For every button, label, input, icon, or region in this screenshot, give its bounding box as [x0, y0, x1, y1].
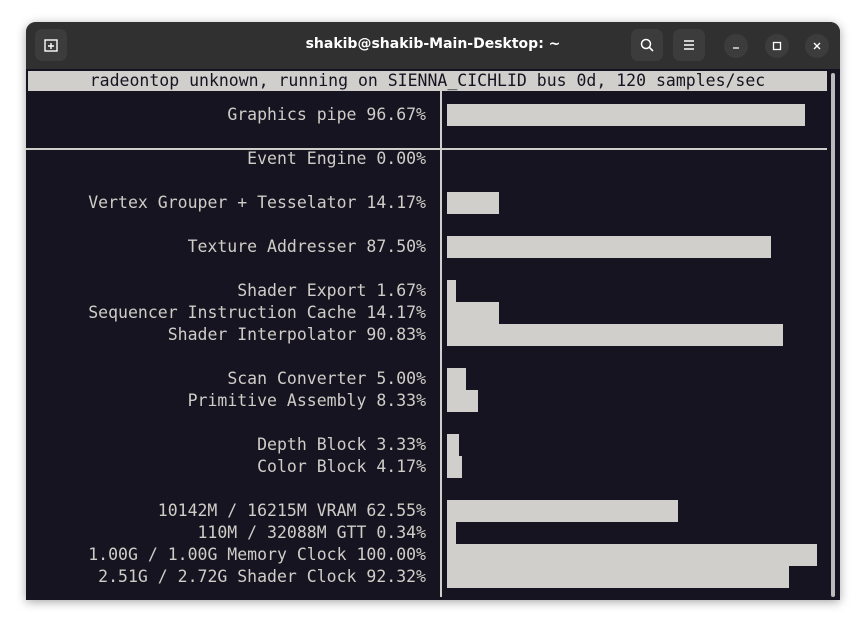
metric-label: Event Engine [247, 149, 367, 168]
metric-label: Shader Export [237, 281, 367, 300]
usage-bar [447, 236, 771, 258]
usage-bar [447, 192, 499, 214]
metric-value: 96.67% [366, 105, 426, 124]
minimize-icon [733, 47, 739, 49]
terminal-window: shakib@shakib-Main-Desktop: ~ radeontop … [26, 22, 840, 600]
metric-row: Graphics pipe 96.67% [26, 104, 426, 126]
usage-bar [447, 280, 456, 302]
search-button[interactable] [631, 29, 663, 61]
search-icon [640, 38, 654, 52]
metric-label: Sequencer Instruction Cache [88, 303, 357, 322]
metric-label: Vertex Grouper + Tesselator [88, 193, 357, 212]
metric-value: 87.50% [366, 237, 426, 256]
metric-row: Texture Addresser 87.50% [26, 236, 426, 258]
maximize-icon [772, 41, 782, 51]
metric-row: Depth Block 3.33% [26, 434, 426, 456]
metric-value: 90.83% [366, 325, 426, 344]
window-title: shakib@shakib-Main-Desktop: ~ [305, 36, 561, 52]
metric-row: 110M / 32088M GTT 0.34% [26, 522, 427, 544]
usage-bar [447, 390, 478, 412]
metric-label: Depth Block [257, 435, 367, 454]
metric-label: Texture Addresser [187, 237, 357, 256]
metric-value: 1.67% [376, 281, 426, 300]
close-button[interactable] [805, 34, 829, 58]
metric-value: 3.33% [376, 435, 426, 454]
menu-button[interactable] [673, 29, 705, 61]
usage-bar [447, 500, 678, 522]
metric-label: 10142M / 16215M VRAM [157, 501, 357, 520]
column-divider [440, 91, 442, 597]
scrollbar[interactable] [831, 73, 835, 597]
usage-bar [447, 302, 499, 324]
metric-row: Vertex Grouper + Tesselator 14.17% [26, 192, 426, 214]
metric-label: Scan Converter [227, 369, 367, 388]
usage-bar [447, 104, 805, 126]
usage-bar [447, 544, 817, 566]
metric-value: 8.33% [376, 391, 426, 410]
metric-row: 2.51G / 2.72G Shader Clock 92.32% [26, 566, 426, 588]
metric-value: 100.00% [356, 545, 426, 564]
metric-row: Primitive Assembly 8.33% [26, 390, 426, 412]
metric-label: Primitive Assembly [187, 391, 367, 410]
metric-label: Graphics pipe [227, 105, 357, 124]
metric-row: Color Block 4.17% [26, 456, 426, 478]
metric-label: Shader Interpolator [167, 325, 357, 344]
usage-bar [447, 368, 466, 390]
metric-value: 92.32% [366, 567, 426, 586]
metric-value: 5.00% [376, 369, 426, 388]
usage-bar [447, 434, 459, 456]
metric-row: 10142M / 16215M VRAM 62.55% [26, 500, 426, 522]
metric-value: 4.17% [376, 457, 426, 476]
metric-value: 0.34% [376, 523, 426, 542]
usage-bar [447, 324, 783, 346]
metric-row: Event Engine 0.00% [26, 148, 426, 170]
metric-row: Scan Converter 5.00% [26, 368, 426, 390]
metric-label: 2.51G / 2.72G Shader Clock [98, 567, 357, 586]
metric-label: Color Block [257, 457, 367, 476]
metric-label: 1.00G / 1.00G Memory Clock [88, 545, 347, 564]
menu-icon [684, 40, 694, 50]
minimize-button[interactable] [724, 34, 748, 58]
metric-row: 1.00G / 1.00G Memory Clock 100.00% [26, 544, 426, 566]
metric-row: Sequencer Instruction Cache 14.17% [26, 302, 426, 324]
metric-value: 14.17% [366, 193, 426, 212]
metric-label: 110M / 32088M GTT [197, 523, 367, 542]
usage-bar [447, 456, 462, 478]
maximize-button[interactable] [765, 34, 789, 58]
metric-value: 0.00% [376, 149, 426, 168]
metric-value: 62.55% [366, 501, 426, 520]
radeontop-header: radeontop unknown, running on SIENNA_CIC… [28, 71, 827, 91]
usage-bar [447, 566, 789, 588]
metric-row: Shader Interpolator 90.83% [26, 324, 426, 346]
terminal-area[interactable]: radeontop unknown, running on SIENNA_CIC… [26, 69, 840, 600]
close-icon [813, 42, 821, 50]
usage-bar [447, 522, 456, 544]
metric-value: 14.17% [366, 303, 426, 322]
metric-row: Shader Export 1.67% [26, 280, 426, 302]
title-bar[interactable]: shakib@shakib-Main-Desktop: ~ [26, 22, 840, 69]
